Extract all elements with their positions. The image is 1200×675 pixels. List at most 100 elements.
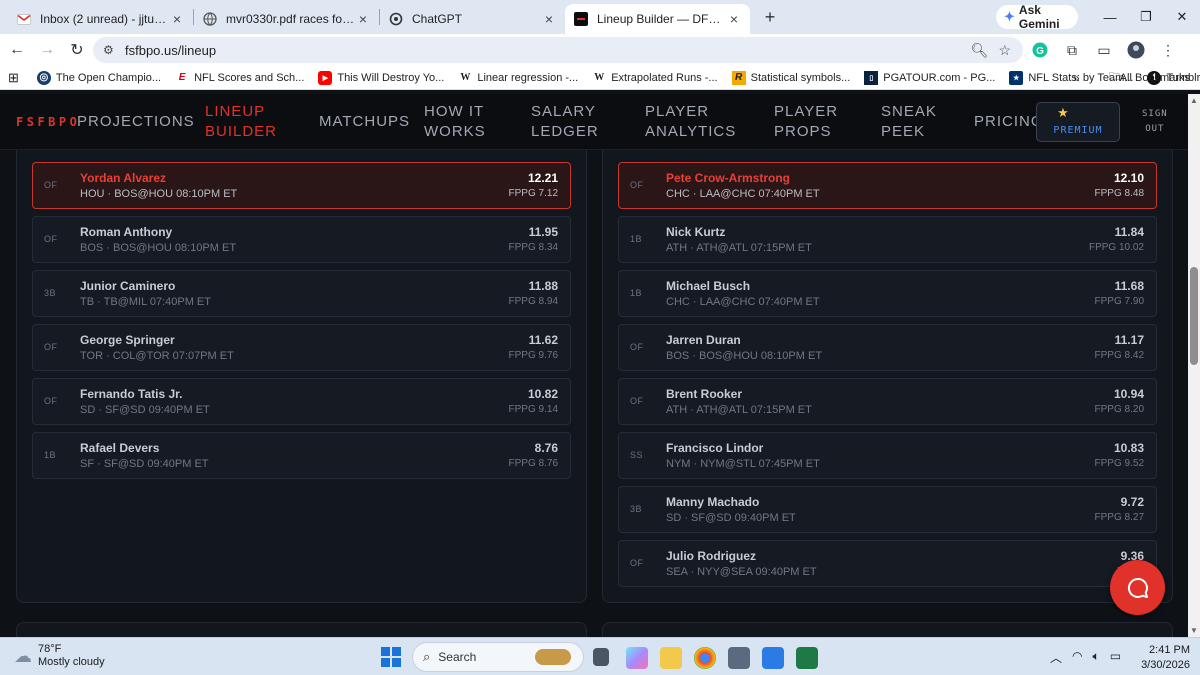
wifi-icon[interactable]: ◠: [1072, 649, 1082, 666]
player-game: NYM · NYM@STL 07:45PM ET: [666, 458, 820, 470]
bookmark-star-icon[interactable]: ☆: [998, 42, 1011, 59]
photos-icon[interactable]: [762, 647, 784, 669]
address-bar[interactable]: ⚙ fsfbpo.us/lineup 🔍︎ ☆: [93, 37, 1023, 63]
player-card[interactable]: OF Roman Anthony BOS · BOS@HOU 08:10PM ET 1…: [32, 216, 571, 263]
nav-projections[interactable]: PROJECTIONS: [77, 112, 195, 132]
player-card[interactable]: OF Pete Crow-Armstrong CHC · LAA@CHC 07:40…: [618, 162, 1157, 209]
player-card[interactable]: 1B Michael Busch CHC · LAA@CHC 07:40PM ET 1…: [618, 270, 1157, 317]
taskbar-search[interactable]: ⌕ Search: [412, 642, 584, 672]
chat-button[interactable]: [1110, 560, 1165, 615]
menu-icon[interactable]: ⋮: [1158, 40, 1178, 60]
nav-salary-ledger[interactable]: SALARY LEDGER: [531, 102, 599, 142]
sign-out-label: SIGN: [1142, 109, 1168, 119]
windows-start-icon[interactable]: [381, 647, 401, 667]
bookmark-item[interactable]: E NFL Scores and Sch...: [175, 71, 305, 85]
tab-lineup-builder[interactable]: Lineup Builder — DFS Pitcher O ×: [565, 4, 750, 34]
nav-matchups[interactable]: MATCHUPS: [319, 112, 410, 132]
copilot-icon[interactable]: [626, 647, 648, 669]
minimize-icon[interactable]: —: [1092, 0, 1128, 34]
ask-gemini-button[interactable]: ✦ Ask Gemini: [996, 3, 1078, 31]
scroll-up-icon[interactable]: ▲: [1190, 96, 1198, 105]
site-settings-icon[interactable]: ⚙: [103, 43, 121, 57]
forward-arrow-icon: →: [39, 41, 55, 58]
chrome-icon[interactable]: [694, 647, 716, 669]
nav-pricing[interactable]: PRICING: [974, 112, 1044, 132]
bookmark-item[interactable]: ▯ PGATOUR.com - PG...: [864, 70, 995, 85]
player-card[interactable]: 1B Nick Kurtz ATH · ATH@ATL 07:15PM ET 11.8…: [618, 216, 1157, 263]
excel-icon[interactable]: [796, 647, 818, 669]
reload-icon: ↻: [70, 42, 84, 59]
file-explorer-icon[interactable]: [660, 647, 682, 669]
new-tab-button[interactable]: +: [756, 3, 784, 31]
chevron-up-icon[interactable]: ︿: [1050, 649, 1062, 666]
bookmark-item[interactable]: W Linear regression -...: [458, 71, 578, 85]
weather-widget[interactable]: ☁ 78°F Mostly cloudy: [14, 643, 105, 669]
nav-player-props[interactable]: PLAYER PROPS: [774, 102, 838, 142]
all-bookmarks-button[interactable]: 🗀 All Bookmarks: [1109, 68, 1190, 87]
bookmark-item[interactable]: R Statistical symbols...: [731, 70, 850, 85]
apps-grid-icon[interactable]: ⊞: [8, 70, 19, 86]
zoom-icon[interactable]: 🔍︎: [971, 42, 989, 59]
close-icon[interactable]: ×: [726, 11, 742, 27]
player-game: TB · TB@MIL 07:40PM ET: [80, 296, 211, 308]
reload-button[interactable]: ↻: [62, 36, 92, 64]
tab-gmail[interactable]: Inbox (2 unread) - jjtuttle131@ ×: [8, 4, 193, 34]
taskbar-clock[interactable]: 2:41 PM 3/30/2026: [1138, 643, 1190, 673]
player-card[interactable]: SS Francisco Lindor NYM · NYM@STL 07:45PM …: [618, 432, 1157, 479]
player-name: Pete Crow-Armstrong: [666, 171, 791, 185]
speaker-icon[interactable]: 🔈︎: [1093, 649, 1100, 666]
forward-button[interactable]: →: [32, 36, 62, 64]
grammarly-icon[interactable]: G: [1030, 40, 1050, 60]
close-icon[interactable]: ×: [355, 11, 371, 27]
tab-chatgpt[interactable]: ChatGPT ×: [380, 4, 565, 34]
bookmarks-bar: ⊞ ◎ The Open Champio... E NFL Scores and S…: [0, 66, 1200, 90]
nav-label: PRICING: [974, 113, 1044, 130]
player-card[interactable]: OF Brent Rooker ATH · ATH@ATL 07:15PM ET 10…: [618, 378, 1157, 425]
close-icon[interactable]: ×: [541, 11, 557, 27]
bookmark-item[interactable]: ▶ This Will Destroy Yo...: [318, 70, 444, 85]
player-card[interactable]: 3B Manny Machado SD · SF@SD 09:40PM ET 9.72…: [618, 486, 1157, 533]
player-card[interactable]: 1B Rafael Devers SF · SF@SD 09:40PM ET 8.76…: [32, 432, 571, 479]
tab-pdf[interactable]: mvr0330r.pdf races for March 3 ×: [194, 4, 379, 34]
player-card[interactable]: OF Fernando Tatis Jr. SD · SF@SD 09:40PM E…: [32, 378, 571, 425]
player-position: OF: [44, 396, 58, 406]
nav-lineup-builder[interactable]: LINEUP BUILDER: [205, 102, 277, 142]
back-button[interactable]: ←: [2, 36, 32, 64]
player-card[interactable]: 3B Junior Caminero TB · TB@MIL 07:40PM ET 1…: [32, 270, 571, 317]
restore-icon[interactable]: ❐: [1128, 0, 1164, 34]
bookmark-item[interactable]: W Extrapolated Runs -...: [592, 71, 717, 85]
page-scrollbar[interactable]: ▲ ▼: [1188, 94, 1200, 637]
scroll-down-icon[interactable]: ▼: [1190, 626, 1198, 635]
weather-temp: 78°F: [38, 643, 62, 655]
window-close-icon[interactable]: ✕: [1164, 0, 1200, 34]
nav-sneak-peek[interactable]: SNEAK PEEK: [881, 102, 937, 142]
player-game: HOU · BOS@HOU 08:10PM ET: [80, 188, 238, 200]
profile-avatar[interactable]: [1126, 40, 1146, 60]
player-card[interactable]: OF Yordan Alvarez HOU · BOS@HOU 08:10PM ET…: [32, 162, 571, 209]
player-card[interactable]: OF George Springer TOR · COL@TOR 07:07PM E…: [32, 324, 571, 371]
player-name: Fernando Tatis Jr.: [80, 387, 183, 401]
calculator-icon[interactable]: [728, 647, 750, 669]
task-view-icon[interactable]: [593, 648, 609, 666]
sign-out-button[interactable]: SIGN OUT: [1142, 107, 1168, 137]
nav-player-analytics[interactable]: PLAYER ANALYTICS: [645, 102, 736, 142]
player-card[interactable]: OF Jarren Duran BOS · BOS@HOU 08:10PM ET 11…: [618, 324, 1157, 371]
player-fppg: FPPG 8.48: [1094, 188, 1144, 199]
player-game: SEA · NYY@SEA 09:40PM ET: [666, 566, 817, 578]
bookmark-item[interactable]: ◎ The Open Champio...: [36, 70, 161, 85]
scrollbar-thumb[interactable]: [1190, 267, 1198, 365]
site-logo[interactable]: FSFBPO: [16, 115, 80, 129]
nav-how-it-works[interactable]: HOW IT WORKS: [424, 102, 486, 142]
battery-icon[interactable]: ▭: [1110, 649, 1121, 666]
clock-time: 2:41 PM: [1149, 644, 1190, 656]
premium-button[interactable]: ★ PREMIUM: [1036, 102, 1120, 142]
player-fppg: FPPG 8.27: [1094, 512, 1144, 523]
extensions-icon[interactable]: ⧉: [1062, 40, 1082, 60]
bookmarks-overflow-button[interactable]: »: [1073, 71, 1080, 85]
nav-label: LINEUP: [205, 103, 266, 120]
tab-search-icon[interactable]: ▭: [1094, 40, 1114, 60]
bookmark-label: Linear regression -...: [477, 71, 579, 84]
player-game: ATH · ATH@ATL 07:15PM ET: [666, 242, 812, 254]
player-card[interactable]: OF Julio Rodriguez SEA · NYY@SEA 09:40PM E…: [618, 540, 1157, 587]
close-icon[interactable]: ×: [169, 11, 185, 27]
